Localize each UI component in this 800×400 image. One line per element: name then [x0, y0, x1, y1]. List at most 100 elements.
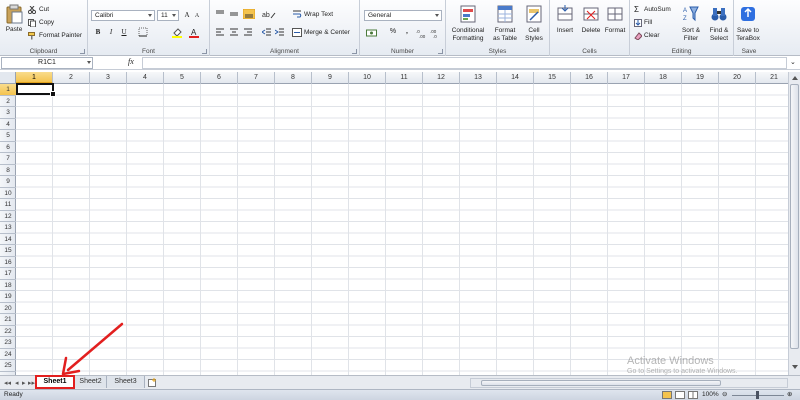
row-header[interactable]: 17: [0, 268, 16, 280]
column-header[interactable]: 12: [423, 72, 460, 84]
row-header[interactable]: 22: [0, 326, 16, 337]
row-header[interactable]: 10: [0, 188, 16, 199]
orientation-icon[interactable]: ab: [262, 9, 276, 19]
autosum-button[interactable]: Σ AutoSum: [634, 5, 678, 15]
number-format-dropdown[interactable]: General: [364, 10, 442, 21]
delete-button[interactable]: Delete: [578, 3, 604, 45]
wrap-text-button[interactable]: Wrap Text: [292, 10, 356, 20]
row-header[interactable]: 20: [0, 303, 16, 314]
row-header[interactable]: 13: [0, 222, 16, 234]
column-header[interactable]: 2: [53, 72, 90, 84]
row-header[interactable]: 11: [0, 199, 16, 211]
fill-color-icon[interactable]: [172, 27, 184, 38]
row-header[interactable]: 9: [0, 176, 16, 188]
currency-icon[interactable]: [366, 28, 378, 38]
clear-button[interactable]: Clear: [634, 32, 670, 41]
column-header[interactable]: 9: [312, 72, 349, 84]
active-cell[interactable]: [16, 83, 56, 97]
comma-style-icon[interactable]: ,: [402, 26, 412, 36]
row-header[interactable]: 2: [0, 96, 16, 107]
row-header[interactable]: 7: [0, 153, 16, 165]
zoom-level[interactable]: 100%: [702, 390, 719, 400]
copy-button[interactable]: Copy: [28, 19, 68, 28]
row-header[interactable]: 3: [0, 107, 16, 119]
row-header[interactable]: 1: [0, 84, 16, 96]
increase-indent-icon[interactable]: [275, 28, 285, 36]
column-header[interactable]: 13: [460, 72, 497, 84]
underline-icon[interactable]: U: [119, 27, 129, 37]
column-header[interactable]: 14: [497, 72, 534, 84]
expand-formula-bar-icon[interactable]: ⌄: [790, 58, 796, 66]
page-layout-view-icon[interactable]: [675, 391, 685, 399]
align-left-icon[interactable]: [215, 28, 225, 36]
format-painter-button[interactable]: Format Painter: [28, 32, 86, 41]
row-header[interactable]: 12: [0, 211, 16, 222]
insert-button[interactable]: Insert: [552, 3, 578, 45]
row-header[interactable]: 19: [0, 291, 16, 303]
align-bottom-icon[interactable]: [243, 9, 255, 19]
vertical-scroll-thumb[interactable]: [790, 84, 799, 349]
row-header[interactable]: 25: [0, 360, 16, 372]
font-name-dropdown[interactable]: Calibri: [91, 10, 155, 21]
scroll-down-icon[interactable]: [792, 365, 798, 369]
scroll-up-icon[interactable]: [792, 76, 798, 80]
column-header[interactable]: 5: [164, 72, 201, 84]
row-header[interactable]: 14: [0, 234, 16, 245]
row-header[interactable]: 15: [0, 245, 16, 257]
clipboard-launcher-icon[interactable]: [80, 49, 85, 54]
align-center-icon[interactable]: [229, 28, 239, 36]
conditional-formatting-button[interactable]: Conditional Formatting: [448, 3, 488, 45]
row-header[interactable]: 4: [0, 119, 16, 130]
fill-button[interactable]: Fill: [634, 19, 664, 28]
row-header[interactable]: 18: [0, 280, 16, 291]
column-header[interactable]: 17: [608, 72, 645, 84]
column-header[interactable]: 3: [90, 72, 127, 84]
sort-filter-button[interactable]: AZ Sort & Filter: [678, 3, 704, 45]
vertical-scrollbar[interactable]: [788, 72, 800, 375]
first-sheet-icon[interactable]: ◂◂: [4, 379, 11, 387]
merge-center-button[interactable]: Merge & Center: [292, 28, 358, 38]
insert-function-button[interactable]: fx: [128, 57, 134, 66]
row-header[interactable]: 8: [0, 165, 16, 176]
insert-sheet-icon[interactable]: [148, 378, 158, 387]
align-right-icon[interactable]: [243, 28, 253, 36]
italic-icon[interactable]: I: [106, 27, 116, 37]
last-sheet-icon[interactable]: ▸▸: [28, 379, 35, 387]
borders-icon[interactable]: [138, 27, 148, 37]
font-launcher-icon[interactable]: [202, 49, 207, 54]
page-break-view-icon[interactable]: [688, 391, 698, 399]
zoom-out-icon[interactable]: ⊖: [722, 390, 727, 400]
normal-view-icon[interactable]: [662, 391, 672, 399]
column-header[interactable]: 18: [645, 72, 682, 84]
zoom-in-icon[interactable]: ⊕: [787, 390, 792, 400]
column-header[interactable]: 11: [386, 72, 423, 84]
align-top-icon[interactable]: [215, 10, 225, 18]
column-header[interactable]: 4: [127, 72, 164, 84]
column-header[interactable]: 7: [238, 72, 275, 84]
cell-styles-button[interactable]: Cell Styles: [521, 3, 547, 45]
row-header[interactable]: 16: [0, 257, 16, 268]
find-select-button[interactable]: Find & Select: [705, 3, 733, 45]
column-header[interactable]: 20: [719, 72, 756, 84]
save-to-terabox-button[interactable]: Save to TeraBox: [734, 3, 762, 45]
select-all-button[interactable]: [0, 72, 16, 84]
column-header[interactable]: 16: [571, 72, 608, 84]
number-launcher-icon[interactable]: [438, 49, 443, 54]
shrink-font-icon[interactable]: A: [192, 11, 202, 21]
font-color-icon[interactable]: A: [189, 27, 201, 38]
format-as-table-button[interactable]: Format as Table: [490, 3, 520, 45]
next-sheet-icon[interactable]: ▸: [22, 379, 26, 387]
horizontal-scroll-thumb[interactable]: [481, 380, 721, 386]
name-box[interactable]: R1C1: [1, 57, 93, 69]
column-header[interactable]: 10: [349, 72, 386, 84]
name-box-dropdown[interactable]: [84, 58, 93, 68]
formula-input[interactable]: [142, 57, 787, 69]
horizontal-scrollbar[interactable]: [470, 378, 788, 388]
bold-icon[interactable]: B: [93, 27, 103, 37]
row-header[interactable]: 21: [0, 314, 16, 326]
column-header[interactable]: 6: [201, 72, 238, 84]
column-header[interactable]: 8: [275, 72, 312, 84]
column-header[interactable]: 19: [682, 72, 719, 84]
zoom-slider-thumb[interactable]: [756, 391, 759, 399]
prev-sheet-icon[interactable]: ◂: [15, 379, 19, 387]
